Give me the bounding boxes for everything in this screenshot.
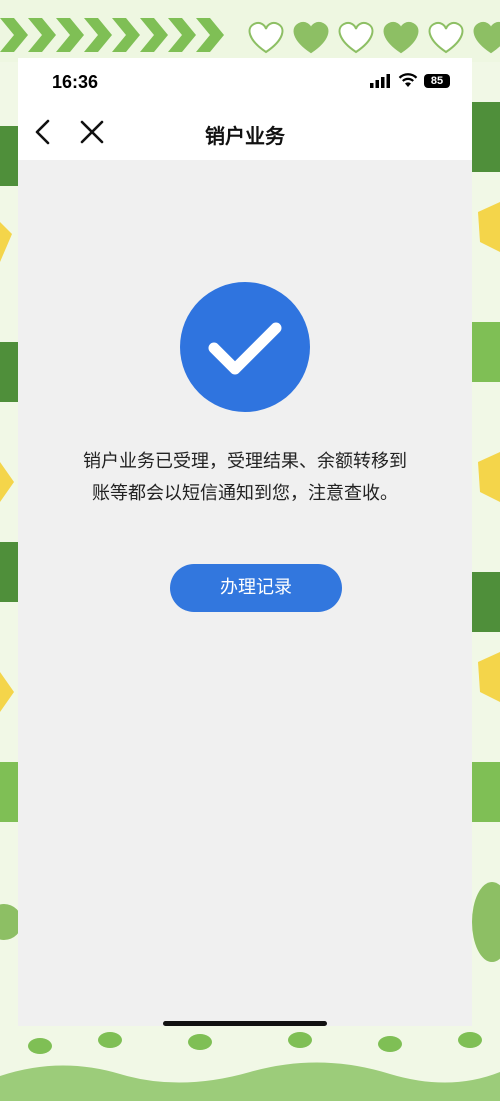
app-screen: 16:36 85 销户业务 销户业务已受理，受理结果、余额转移到 账等都会以短信… [18,58,472,1026]
home-indicator [163,1021,327,1026]
decorative-right-border [470,62,500,1021]
gift-star-pattern-icon [470,102,500,962]
result-message: 销户业务已受理，受理结果、余额转移到 账等都会以短信通知到您，注意查收。 [48,446,442,510]
decorative-top-border [0,0,500,62]
result-message-line-1: 销户业务已受理，受理结果、余额转移到 [83,451,407,472]
result-message-line-2: 账等都会以短信通知到您，注意查收。 [92,483,398,504]
success-checkmark-icon [180,282,310,412]
sprout-pattern-icon [0,1032,500,1101]
battery-icon: 85 [424,73,450,88]
wifi-icon [398,73,418,87]
status-bar: 16:36 85 [18,58,472,104]
navigation-bar: 销户业务 [18,104,472,160]
page-title: 销户业务 [205,124,285,148]
view-records-button[interactable]: 办理记录 [170,564,342,612]
gift-star-pattern-icon [0,126,20,940]
cellular-signal-icon [370,73,390,88]
heart-pattern-icon [248,21,500,54]
decorative-bottom-border [0,1016,500,1101]
chevron-pattern-icon [0,18,224,52]
decorative-left-border [0,62,20,1021]
status-time: 16:36 [52,72,99,92]
status-icons: 85 [370,73,450,88]
